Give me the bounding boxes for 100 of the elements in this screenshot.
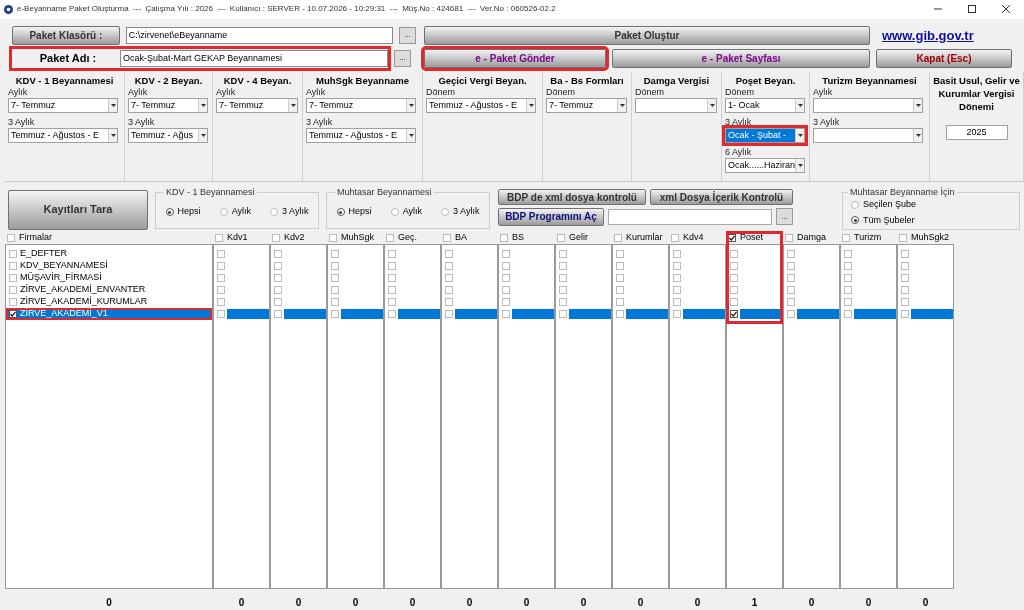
checkbox[interactable] bbox=[844, 298, 852, 306]
checkbox[interactable] bbox=[331, 262, 339, 270]
checkbox[interactable] bbox=[616, 286, 624, 294]
radio-button[interactable] bbox=[390, 208, 399, 216]
checkbox[interactable] bbox=[673, 274, 681, 282]
checkbox[interactable] bbox=[9, 250, 17, 258]
dropdown[interactable]: 7- Temmuz bbox=[306, 97, 416, 113]
checkbox[interactable] bbox=[899, 233, 907, 242]
checkbox[interactable] bbox=[331, 298, 339, 306]
checkbox[interactable] bbox=[388, 310, 396, 318]
checkbox[interactable] bbox=[785, 233, 793, 242]
checkbox[interactable] bbox=[274, 262, 282, 270]
checkbox[interactable] bbox=[274, 286, 282, 294]
checkbox[interactable] bbox=[844, 274, 852, 282]
checkbox[interactable] bbox=[614, 233, 622, 242]
dropdown[interactable]: Temmuz - Ağustos - E bbox=[8, 127, 118, 143]
checkbox[interactable] bbox=[728, 233, 736, 242]
checkbox[interactable] bbox=[616, 274, 624, 282]
dropdown[interactable]: 7- Temmuz bbox=[546, 97, 627, 113]
dropdown[interactable]: Temmuz - Ağustos - E bbox=[426, 97, 536, 113]
checkbox[interactable] bbox=[844, 250, 852, 258]
checkbox[interactable] bbox=[844, 262, 852, 270]
checkbox[interactable] bbox=[559, 310, 567, 318]
checkbox[interactable] bbox=[842, 233, 850, 242]
checkbox[interactable] bbox=[901, 286, 909, 294]
checkbox[interactable] bbox=[388, 298, 396, 306]
checkbox[interactable] bbox=[331, 286, 339, 294]
firm-row[interactable]: KDV_BEYANNAMESİ bbox=[6, 260, 212, 272]
checkbox[interactable] bbox=[502, 262, 510, 270]
dropdown[interactable]: 7- Temmuz bbox=[128, 97, 208, 113]
radio-button[interactable] bbox=[851, 216, 859, 225]
checkbox[interactable] bbox=[502, 250, 510, 258]
close-icon[interactable] bbox=[1002, 5, 1010, 14]
checkbox[interactable] bbox=[445, 298, 453, 306]
firm-row[interactable]: ZİRVE_AKADEMİ_V1 bbox=[6, 308, 212, 320]
checkbox[interactable] bbox=[331, 274, 339, 282]
checkbox[interactable] bbox=[388, 262, 396, 270]
checkbox[interactable] bbox=[559, 262, 567, 270]
firm-row[interactable]: ZİRVE_AKADEMİ_ENVANTER bbox=[6, 284, 212, 296]
checkbox[interactable] bbox=[502, 298, 510, 306]
checkbox[interactable] bbox=[673, 262, 681, 270]
radio-button[interactable] bbox=[165, 208, 174, 216]
checkbox[interactable] bbox=[274, 274, 282, 282]
checkbox[interactable] bbox=[616, 298, 624, 306]
checkbox[interactable] bbox=[388, 286, 396, 294]
maximize-icon[interactable] bbox=[968, 5, 976, 14]
checkbox[interactable] bbox=[730, 262, 738, 270]
radio-button[interactable] bbox=[270, 208, 279, 216]
checkbox[interactable] bbox=[787, 262, 795, 270]
checkbox[interactable] bbox=[730, 250, 738, 258]
checkbox[interactable] bbox=[901, 274, 909, 282]
gib-link[interactable]: www.gib.gov.tr bbox=[882, 25, 974, 46]
checkbox[interactable] bbox=[730, 286, 738, 294]
checkbox[interactable] bbox=[9, 310, 17, 318]
checkbox[interactable] bbox=[217, 286, 225, 294]
browse-button[interactable]: ... bbox=[394, 49, 411, 67]
checkbox[interactable] bbox=[9, 286, 17, 294]
checkbox[interactable] bbox=[445, 286, 453, 294]
checkbox[interactable] bbox=[500, 233, 508, 242]
checkbox[interactable] bbox=[559, 298, 567, 306]
checkbox[interactable] bbox=[274, 250, 282, 258]
checkbox[interactable] bbox=[502, 310, 510, 318]
checkbox[interactable] bbox=[217, 310, 225, 318]
checkbox[interactable] bbox=[616, 310, 624, 318]
checkbox[interactable] bbox=[7, 233, 15, 242]
browse-button[interactable]: ... bbox=[399, 26, 416, 44]
checkbox[interactable] bbox=[217, 298, 225, 306]
package-page-button[interactable]: e - Paket Sayfası bbox=[612, 48, 870, 68]
checkbox[interactable] bbox=[901, 298, 909, 306]
checkbox[interactable] bbox=[844, 310, 852, 318]
checkbox[interactable] bbox=[445, 310, 453, 318]
checkbox[interactable] bbox=[272, 233, 280, 242]
checkbox[interactable] bbox=[9, 274, 17, 282]
checkbox[interactable] bbox=[331, 310, 339, 318]
checkbox[interactable] bbox=[787, 310, 795, 318]
checkbox[interactable] bbox=[559, 250, 567, 258]
checkbox[interactable] bbox=[217, 250, 225, 258]
dropdown[interactable]: Temmuz - Ağus bbox=[128, 127, 208, 143]
xml-check-button[interactable]: BDP de xml dosya kontrolü bbox=[498, 188, 646, 205]
checkbox[interactable] bbox=[844, 286, 852, 294]
checkbox[interactable] bbox=[787, 250, 795, 258]
browse-button[interactable]: ... bbox=[776, 208, 793, 225]
radio-button[interactable] bbox=[441, 208, 450, 216]
radio-button[interactable] bbox=[336, 208, 345, 216]
firm-row[interactable]: E_DEFTER bbox=[6, 248, 212, 260]
dropdown[interactable]: 1- Ocak bbox=[725, 97, 805, 113]
firm-row[interactable]: ZİRVE_AKADEMİ_KURUMLAR bbox=[6, 296, 212, 308]
scan-records-button[interactable]: Kayıtları Tara bbox=[8, 189, 148, 230]
checkbox[interactable] bbox=[671, 233, 679, 242]
checkbox[interactable] bbox=[388, 250, 396, 258]
checkbox[interactable] bbox=[445, 262, 453, 270]
checkbox[interactable] bbox=[559, 286, 567, 294]
checkbox[interactable] bbox=[274, 298, 282, 306]
checkbox[interactable] bbox=[217, 262, 225, 270]
checkbox[interactable] bbox=[787, 298, 795, 306]
firm-row[interactable]: MÜŞAVİR_FİRMASİ bbox=[6, 272, 212, 284]
open-bdp-button[interactable]: BDP Programını Aç bbox=[498, 207, 604, 226]
checkbox[interactable] bbox=[445, 274, 453, 282]
dropdown[interactable]: Temmuz - Ağustos - E bbox=[306, 127, 416, 143]
checkbox[interactable] bbox=[901, 250, 909, 258]
